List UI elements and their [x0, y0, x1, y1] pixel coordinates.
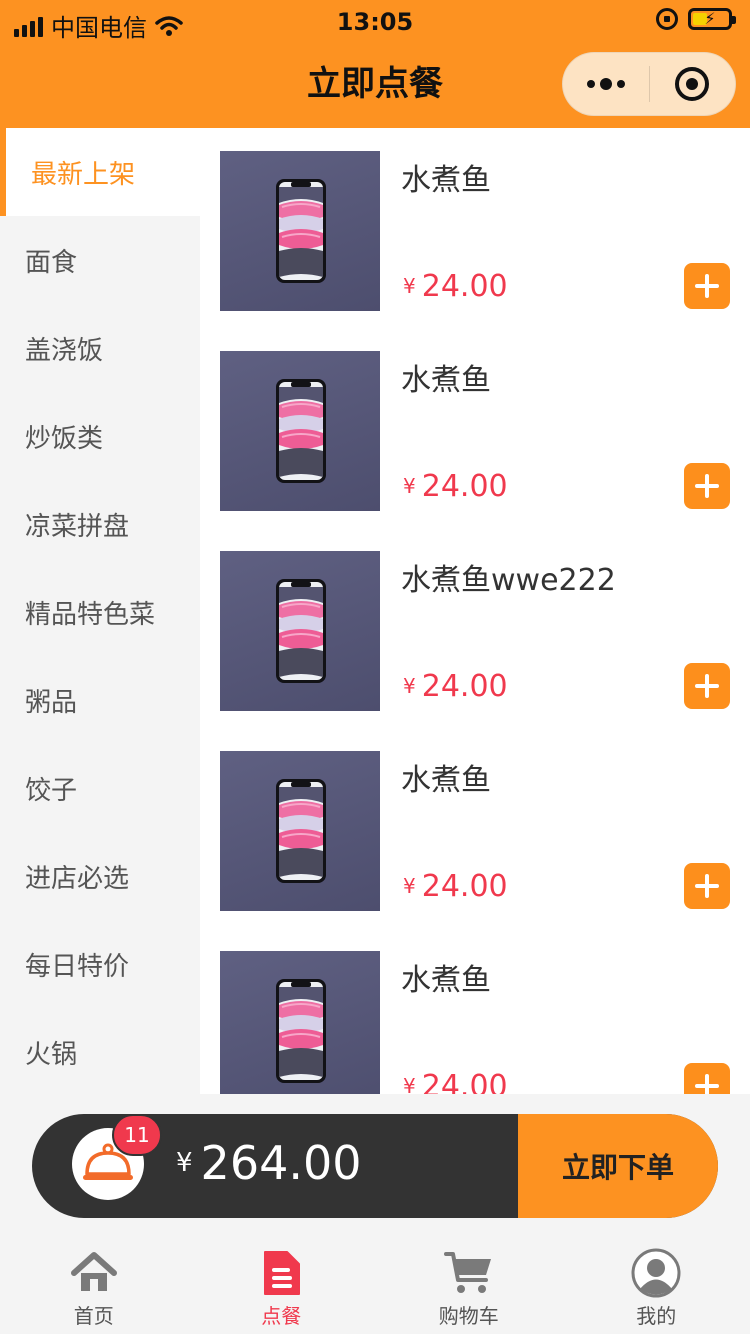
product-image [220, 551, 380, 711]
shopping-cart-icon [443, 1252, 491, 1293]
product-item[interactable]: 水煮鱼wwe222 ¥24.00 [220, 551, 730, 711]
currency-symbol: ¥ [403, 874, 416, 898]
product-item[interactable]: 水煮鱼 ¥24.00 [220, 951, 730, 1094]
product-item[interactable]: 水煮鱼 ¥24.00 [220, 351, 730, 511]
cart-count-badge: 11 [112, 1114, 162, 1156]
checkout-button[interactable]: 立即下单 [518, 1114, 718, 1218]
category-item-porridge[interactable]: 粥品 [0, 656, 200, 744]
product-name: 水煮鱼wwe222 [401, 563, 616, 598]
tab-label: 首页 [73, 1304, 114, 1328]
more-menu-button[interactable] [563, 52, 649, 116]
tab-cart[interactable]: 购物车 [375, 1240, 563, 1334]
category-label: 进店必选 [25, 863, 130, 894]
category-label: 粥品 [25, 687, 78, 718]
product-image [220, 151, 380, 311]
product-name: 水煮鱼 [401, 963, 491, 998]
app-header: 中国电信 13:05 ⚡ 立即点餐 [0, 0, 750, 128]
product-price: ¥24.00 [403, 1069, 508, 1094]
add-to-cart-button[interactable] [684, 663, 730, 709]
target-circle-icon [675, 67, 710, 101]
phone-illustration-icon [276, 179, 326, 283]
category-item-hotpot[interactable]: 火锅 [0, 1008, 200, 1094]
home-icon [70, 1252, 117, 1291]
category-item-noodles[interactable]: 面食 [0, 216, 200, 304]
price-value: 24.00 [421, 669, 508, 704]
category-item-specialty[interactable]: 精品特色菜 [0, 568, 200, 656]
tab-home[interactable]: 首页 [0, 1240, 188, 1334]
category-item-fried-rice[interactable]: 炒饭类 [0, 392, 200, 480]
orientation-lock-icon [656, 8, 678, 30]
product-image [220, 351, 380, 511]
product-item[interactable]: 水煮鱼 ¥24.00 [220, 751, 730, 911]
product-price: ¥24.00 [403, 269, 508, 304]
add-to-cart-button[interactable] [684, 263, 730, 309]
tab-label: 购物车 [438, 1304, 499, 1328]
add-to-cart-button[interactable] [684, 463, 730, 509]
miniprogram-capsule [562, 52, 736, 116]
category-item-dumplings[interactable]: 饺子 [0, 744, 200, 832]
category-label: 每日特价 [25, 951, 130, 982]
product-image [220, 751, 380, 911]
add-to-cart-button[interactable] [684, 863, 730, 909]
product-list: 水煮鱼 ¥24.00 水煮鱼 ¥24.00 水煮鱼wwe222 ¥24.00 水… [200, 128, 750, 1094]
category-item-must-pick[interactable]: 进店必选 [0, 832, 200, 920]
more-dots-icon [586, 78, 625, 90]
product-price: ¥24.00 [403, 669, 508, 704]
currency-symbol: ¥ [403, 1074, 416, 1094]
status-bar: 中国电信 13:05 ⚡ [0, 0, 750, 42]
currency-symbol: ¥ [176, 1148, 193, 1178]
phone-illustration-icon [276, 979, 326, 1083]
phone-illustration-icon [276, 779, 326, 883]
currency-symbol: ¥ [403, 274, 416, 298]
phone-illustration-icon [276, 579, 326, 683]
order-document-icon [264, 1251, 301, 1295]
tab-profile[interactable]: 我的 [563, 1240, 750, 1334]
product-price: ¥24.00 [403, 869, 508, 904]
user-profile-icon [631, 1248, 681, 1298]
category-label: 凉菜拼盘 [25, 511, 130, 542]
product-image [220, 951, 380, 1094]
category-label: 精品特色菜 [25, 599, 156, 630]
category-label: 面食 [25, 247, 78, 278]
tab-order[interactable]: 点餐 [188, 1240, 376, 1334]
checkout-label: 立即下单 [561, 1151, 674, 1184]
category-label: 盖浇饭 [25, 335, 104, 366]
product-name: 水煮鱼 [401, 363, 491, 398]
category-item-rice-bowl[interactable]: 盖浇饭 [0, 304, 200, 392]
price-value: 24.00 [421, 869, 508, 904]
bottom-tab-bar: 首页 点餐 购物车 我的 [0, 1240, 750, 1334]
status-time: 13:05 [336, 8, 414, 36]
tab-label: 我的 [636, 1304, 677, 1328]
add-to-cart-button[interactable] [684, 1063, 730, 1094]
category-label: 最新上架 [31, 159, 136, 190]
category-sidebar: 最新上架 面食 盖浇饭 炒饭类 凉菜拼盘 精品特色菜 粥品 饺子 进店必选 每日… [0, 128, 200, 1094]
product-price: ¥24.00 [403, 469, 508, 504]
price-value: 24.00 [421, 269, 508, 304]
close-miniprogram-button[interactable] [650, 52, 736, 116]
category-label: 炒饭类 [25, 423, 104, 454]
phone-illustration-icon [276, 379, 326, 483]
product-item[interactable]: 水煮鱼 ¥24.00 [220, 151, 730, 311]
category-item-newest[interactable]: 最新上架 [0, 128, 200, 216]
price-value: 24.00 [421, 1069, 508, 1094]
currency-symbol: ¥ [403, 474, 416, 498]
cart-total-value: 264.00 [200, 1136, 362, 1190]
battery-icon: ⚡ [688, 8, 736, 30]
category-label: 火锅 [25, 1039, 78, 1070]
product-name: 水煮鱼 [401, 163, 491, 198]
category-item-cold-dishes[interactable]: 凉菜拼盘 [0, 480, 200, 568]
tab-label: 点餐 [261, 1304, 302, 1328]
category-label: 饺子 [25, 775, 78, 806]
cart-total: ¥264.00 [176, 1136, 362, 1190]
currency-symbol: ¥ [403, 674, 416, 698]
price-value: 24.00 [421, 469, 508, 504]
category-item-daily-special[interactable]: 每日特价 [0, 920, 200, 1008]
product-name: 水煮鱼 [401, 763, 491, 798]
